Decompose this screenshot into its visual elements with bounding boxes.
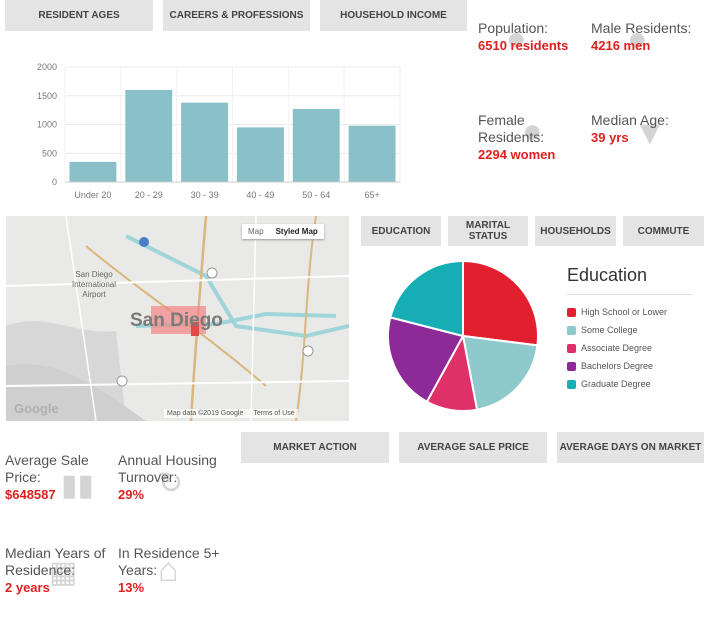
legend-swatch [567, 307, 576, 317]
legend-swatch [567, 343, 576, 353]
legend-swatch [567, 379, 576, 389]
median-years-value: 2 years [5, 580, 50, 595]
bar[interactable] [125, 90, 173, 182]
google-logo: Google [14, 401, 59, 416]
avg-sale-label: Average Sale Price: [5, 452, 89, 485]
tab-market-action[interactable]: MARKET ACTION [241, 432, 389, 463]
legend-swatch [567, 361, 576, 371]
legend-item: Bachelors Degree [567, 357, 692, 375]
median-age-value: 39 yrs [591, 130, 629, 145]
x-tick-label: 30 - 39 [191, 190, 219, 200]
y-tick-label: 0 [52, 177, 57, 187]
legend-label: Bachelors Degree [581, 361, 654, 371]
legend-item: Graduate Degree [567, 375, 692, 393]
x-tick-label: 20 - 29 [135, 190, 163, 200]
tab-careers-professions[interactable]: CAREERS & PROFESSIONS [163, 0, 310, 31]
education-pie-chart [387, 259, 539, 412]
x-tick-label: Under 20 [74, 190, 111, 200]
map-airport-label: San Diego International Airport [71, 270, 117, 299]
tab-education[interactable]: EDUCATION [361, 216, 441, 246]
map-type-toggle: Map Styled Map [242, 224, 324, 239]
bar[interactable] [236, 127, 284, 182]
female-value: 2294 women [478, 147, 556, 162]
pie-legend: Education High School or Lower Some Colle… [567, 265, 692, 393]
pie-title: Education [567, 265, 692, 295]
y-tick-label: 1500 [37, 91, 57, 101]
map-footer: Map data ©2019 Google Terms of Use [164, 409, 298, 418]
female-stat: ● Female Residents: 2294 women [478, 112, 578, 163]
residence5-value: 13% [118, 580, 145, 595]
legend-label: High School or Lower [581, 307, 668, 317]
median-age-label: Median Age: [591, 112, 669, 128]
bar[interactable] [348, 125, 396, 182]
y-tick-label: 500 [42, 148, 57, 158]
tab-households[interactable]: HOUSEHOLDS [535, 216, 616, 246]
tab-household-income[interactable]: HOUSEHOLD INCOME [320, 0, 467, 31]
map-city-label: San Diego [130, 310, 223, 331]
bar[interactable] [69, 161, 117, 182]
legend-item: Associate Degree [567, 339, 692, 357]
avg-sale-value: $648587 [5, 487, 56, 502]
tab-average-days-on-market[interactable]: AVERAGE DAYS ON MARKET [557, 432, 704, 463]
map-data-credit: Map data ©2019 Google [167, 410, 244, 417]
bar[interactable] [292, 108, 340, 182]
female-label: Female Residents: [478, 112, 545, 145]
legend-item: Some College [567, 321, 692, 339]
tab-average-sale-price[interactable]: AVERAGE SALE PRICE [399, 432, 547, 463]
turnover-label: Annual Housing Turnover: [118, 452, 217, 485]
x-tick-label: 40 - 49 [246, 190, 274, 200]
map-toggle-map[interactable]: Map [242, 224, 270, 239]
legend-item: High School or Lower [567, 303, 692, 321]
map-toggle-styled[interactable]: Styled Map [270, 224, 324, 239]
population-value: 6510 residents [478, 38, 569, 53]
male-label: Male Residents: [591, 20, 692, 36]
tab-marital-status[interactable]: MARITAL STATUS [448, 216, 528, 246]
residence5-stat: ⌂ In Residence 5+ Years: 13% [118, 545, 233, 596]
tab-commute[interactable]: COMMUTE [623, 216, 704, 246]
median-age-stat: ▼ Median Age: 39 yrs [591, 112, 701, 152]
bar[interactable] [181, 102, 229, 182]
median-years-stat: ▦ Median Years of Residence: 2 years [5, 545, 110, 596]
residence5-label: In Residence 5+ Years: [118, 545, 220, 578]
y-tick-label: 2000 [37, 62, 57, 72]
turnover-stat: ↻ Annual Housing Turnover: 29% [118, 452, 233, 503]
turnover-value: 29% [118, 487, 145, 502]
legend-label: Associate Degree [581, 343, 653, 353]
x-tick-label: 65+ [364, 190, 379, 200]
legend-label: Graduate Degree [581, 379, 651, 389]
map-terms-link[interactable]: Terms of Use [253, 410, 294, 417]
x-tick-label: 50 - 64 [302, 190, 330, 200]
y-tick-label: 1000 [37, 120, 57, 130]
population-stat: ● Population: 6510 residents [478, 20, 588, 58]
neighborhood-map[interactable]: Map Styled Map San Diego International A… [6, 216, 349, 421]
tab-resident-ages[interactable]: RESIDENT AGES [5, 0, 153, 31]
age-bar-chart: 0 500 1000 1500 2000 Under 20 20 - 29 30 - 39 40… [37, 62, 401, 200]
legend-swatch [567, 325, 576, 335]
population-label: Population: [478, 20, 549, 36]
pie-slice[interactable] [462, 259, 539, 347]
median-years-label: Median Years of Residence: [5, 545, 106, 578]
male-value: 4216 men [591, 38, 651, 53]
legend-label: Some College [581, 325, 638, 335]
avg-sale-price-stat: ▮▮ Average Sale Price: $648587 [5, 452, 105, 503]
male-stat: ● Male Residents: 4216 men [591, 20, 706, 58]
